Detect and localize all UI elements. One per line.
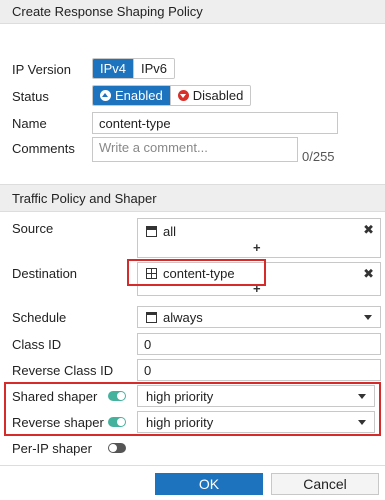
ip-version-toggle: IPv4 IPv6 bbox=[92, 58, 176, 79]
status-enabled-label: Enabled bbox=[115, 88, 163, 103]
cancel-button[interactable]: Cancel bbox=[271, 473, 379, 495]
arrow-up-circle-icon bbox=[100, 90, 111, 101]
status-disabled-option[interactable]: Disabled bbox=[169, 86, 251, 105]
comments-textarea[interactable] bbox=[92, 137, 298, 162]
address-icon bbox=[146, 226, 157, 237]
source-field[interactable]: all ✖ + bbox=[137, 218, 381, 258]
name-input[interactable] bbox=[92, 112, 338, 134]
destination-remove-icon[interactable]: ✖ bbox=[363, 266, 374, 282]
arrow-down-circle-icon bbox=[177, 90, 189, 101]
status-enabled-option[interactable]: Enabled bbox=[93, 86, 170, 105]
per-ip-shaper-toggle[interactable] bbox=[108, 443, 126, 453]
schedule-value: always bbox=[163, 310, 203, 325]
toggle-knob bbox=[109, 444, 117, 452]
schedule-label: Schedule bbox=[12, 310, 67, 325]
destination-label: Destination bbox=[12, 266, 78, 281]
class-id-input[interactable] bbox=[137, 333, 381, 355]
source-add-icon[interactable]: + bbox=[253, 240, 261, 255]
ip-version-label: IP Version bbox=[12, 62, 72, 77]
schedule-select[interactable]: always bbox=[137, 306, 381, 328]
per-ip-shaper-label: Per-IP shaper bbox=[12, 441, 92, 456]
source-remove-icon[interactable]: ✖ bbox=[363, 222, 374, 238]
destination-highlight bbox=[127, 259, 266, 286]
source-value: all bbox=[163, 224, 177, 239]
ok-button[interactable]: OK bbox=[155, 473, 263, 495]
shaper-highlight bbox=[4, 382, 381, 436]
ipv6-option[interactable]: IPv6 bbox=[133, 59, 175, 78]
reverse-class-id-input[interactable] bbox=[137, 359, 381, 381]
chevron-down-icon bbox=[364, 315, 372, 320]
ipv4-option[interactable]: IPv4 bbox=[93, 59, 134, 78]
source-label: Source bbox=[12, 221, 54, 236]
section-traffic-policy-header: Traffic Policy and Shaper bbox=[0, 184, 385, 212]
dialog-footer: OK Cancel bbox=[0, 465, 385, 500]
status-toggle: Enabled Disabled bbox=[92, 85, 252, 106]
schedule-icon bbox=[146, 312, 157, 323]
comments-label: Comments bbox=[12, 141, 75, 156]
dialog-title: Create Response Shaping Policy bbox=[0, 0, 385, 24]
reverse-class-id-label: Reverse Class ID bbox=[12, 363, 114, 378]
source-entry[interactable]: all bbox=[146, 224, 176, 239]
comment-counter: 0/255 bbox=[302, 149, 335, 164]
class-id-label: Class ID bbox=[12, 337, 62, 352]
status-label: Status bbox=[12, 89, 49, 104]
name-label: Name bbox=[12, 116, 47, 131]
status-disabled-label: Disabled bbox=[192, 88, 244, 103]
